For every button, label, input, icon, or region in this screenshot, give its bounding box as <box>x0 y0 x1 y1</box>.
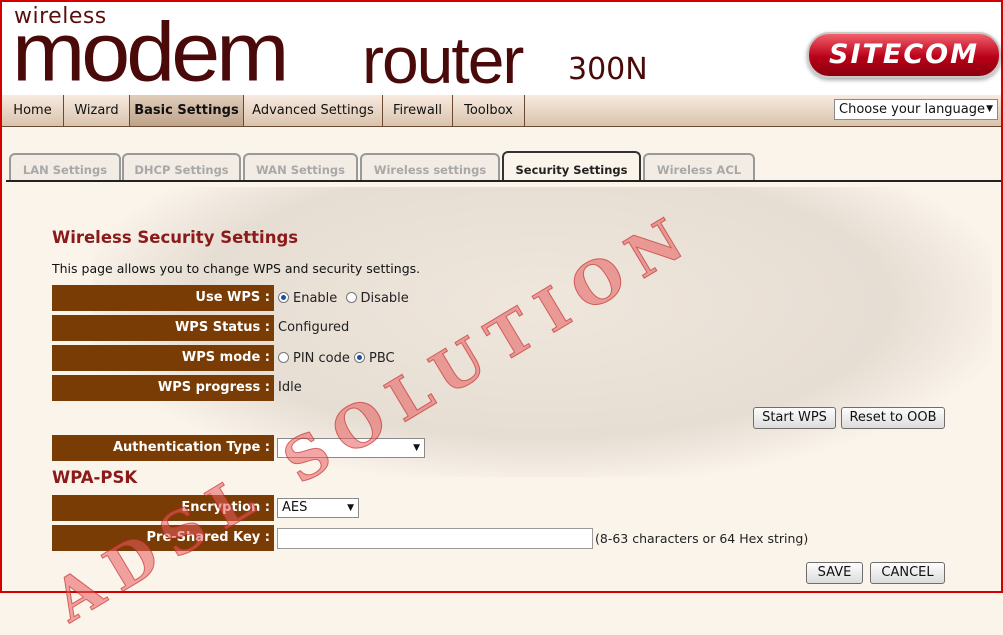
nav-advanced-settings[interactable]: Advanced Settings <box>244 95 383 126</box>
wps-progress-value: Idle <box>278 380 302 395</box>
page-description: This page allows you to change WPS and s… <box>52 261 421 276</box>
radio-unselected-icon <box>278 352 289 363</box>
wps-mode-label: WPS mode : <box>52 345 274 371</box>
wps-mode-options: PIN code PBC <box>278 346 395 372</box>
chevron-down-icon: ▼ <box>413 443 420 453</box>
brand-modem-text: modem <box>12 4 289 99</box>
reset-to-oob-button[interactable]: Reset to OOB <box>841 407 945 429</box>
tab-wireless-acl[interactable]: Wireless ACL <box>643 153 755 181</box>
tabs-divider <box>6 180 1001 182</box>
wpa-psk-section-title: WPA-PSK <box>52 468 138 487</box>
language-select[interactable]: Choose your language ▼ <box>834 99 998 120</box>
cancel-button[interactable]: CANCEL <box>870 562 945 584</box>
use-wps-options: Enable Disable <box>278 286 409 312</box>
radio-unselected-icon <box>345 292 357 303</box>
wps-mode-pbc-radio[interactable]: PBC <box>354 351 395 366</box>
wps-status-label: WPS Status : <box>52 315 274 341</box>
nav-firewall[interactable]: Firewall <box>383 95 453 126</box>
save-button[interactable]: SAVE <box>806 562 863 584</box>
nav-basic-settings[interactable]: Basic Settings <box>130 95 244 126</box>
wps-status-value: Configured <box>278 320 350 335</box>
wps-progress-label: WPS progress : <box>52 375 274 401</box>
wps-mode-pin-radio[interactable]: PIN code <box>278 351 350 366</box>
use-wps-disable-radio[interactable]: Disable <box>345 291 409 306</box>
tab-wan-settings[interactable]: WAN Settings <box>243 153 358 181</box>
nav-home[interactable]: Home <box>2 95 64 126</box>
radio-selected-icon <box>354 352 366 363</box>
pre-shared-key-input[interactable] <box>277 528 593 549</box>
brand-router-text: router <box>362 23 524 97</box>
radio-selected-icon <box>278 292 289 303</box>
start-wps-button[interactable]: Start WPS <box>753 407 836 429</box>
language-select-value: Choose your language <box>839 102 986 117</box>
tab-wireless-settings[interactable]: Wireless settings <box>360 153 500 181</box>
tab-lan-settings[interactable]: LAN Settings <box>9 153 121 181</box>
sitecom-logo: SITECOM <box>807 32 1001 78</box>
brand-model-text: 300N <box>568 52 648 87</box>
tab-dhcp-settings[interactable]: DHCP Settings <box>122 153 241 181</box>
use-wps-label: Use WPS : <box>52 285 274 311</box>
nav-wizard[interactable]: Wizard <box>64 95 130 126</box>
use-wps-enable-radio[interactable]: Enable <box>278 291 337 306</box>
nav-toolbox[interactable]: Toolbox <box>453 95 525 126</box>
header: wireless modem router 300N SITECOM <box>2 2 1001 99</box>
chevron-down-icon: ▼ <box>986 104 993 114</box>
pre-shared-key-hint: (8-63 characters or 64 Hex string) <box>595 531 809 546</box>
page-title: Wireless Security Settings <box>52 228 299 247</box>
chevron-down-icon: ▼ <box>347 503 354 513</box>
tab-security-settings[interactable]: Security Settings <box>502 151 641 181</box>
